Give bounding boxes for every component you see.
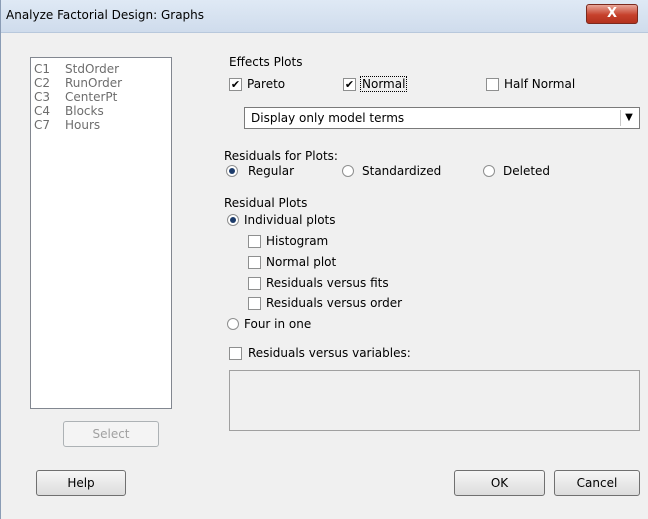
- dropdown-value: Display only model terms: [251, 111, 405, 125]
- residuals-vs-variables-checkbox[interactable]: [229, 347, 242, 360]
- list-item[interactable]: C7 Hours: [34, 118, 100, 132]
- effects-display-dropdown[interactable]: Display only model terms ▼: [244, 107, 640, 129]
- variable-list[interactable]: C1 StdOrder C2 RunOrder C3 CenterPt C4 Block…: [30, 57, 172, 409]
- residuals-vs-variables-label: Residuals versus variables:: [248, 346, 411, 360]
- standardized-label: Standardized: [362, 164, 442, 178]
- regular-label: Regular: [248, 164, 295, 178]
- list-item[interactable]: C2 RunOrder: [34, 76, 122, 90]
- residuals-vs-fits-label: Residuals versus fits: [266, 276, 389, 290]
- residuals-vs-order-checkbox[interactable]: [248, 297, 261, 310]
- cancel-button[interactable]: Cancel: [554, 470, 640, 496]
- list-item[interactable]: C3 CenterPt: [34, 90, 117, 104]
- individual-plots-label: Individual plots: [244, 213, 336, 227]
- deleted-radio[interactable]: [483, 165, 495, 177]
- half-normal-label: Half Normal: [504, 77, 576, 91]
- residuals-for-plots-heading: Residuals for Plots:: [224, 149, 338, 163]
- normal-checkbox[interactable]: ✔: [343, 78, 356, 91]
- help-button[interactable]: Help: [36, 470, 126, 496]
- deleted-label: Deleted: [503, 164, 551, 178]
- list-item[interactable]: C1 StdOrder: [34, 62, 119, 76]
- effects-plots-heading: Effects Plots: [229, 55, 303, 69]
- histogram-checkbox[interactable]: [248, 235, 261, 248]
- residuals-vs-order-label: Residuals versus order: [266, 296, 403, 310]
- dialog-window: Analyze Factorial Design: Graphs X C1 Std…: [0, 0, 648, 519]
- residual-plots-heading: Residual Plots: [224, 196, 308, 210]
- normal-plot-label: Normal plot: [266, 255, 337, 269]
- residuals-vs-fits-checkbox[interactable]: [248, 277, 261, 290]
- pareto-label: Pareto: [247, 77, 286, 91]
- chevron-down-icon[interactable]: ▼: [620, 110, 637, 126]
- list-item[interactable]: C4 Blocks: [34, 104, 104, 118]
- select-button[interactable]: Select: [63, 421, 159, 447]
- regular-radio[interactable]: [226, 165, 238, 177]
- half-normal-checkbox[interactable]: [486, 78, 499, 91]
- histogram-label: Histogram: [266, 234, 329, 248]
- pareto-checkbox[interactable]: ✔: [229, 78, 242, 91]
- individual-plots-radio[interactable]: [227, 214, 239, 226]
- normal-label: Normal: [360, 76, 408, 92]
- variables-input-box[interactable]: [229, 370, 640, 431]
- four-in-one-label: Four in one: [244, 317, 312, 331]
- close-button[interactable]: X: [586, 4, 638, 24]
- title-bar: Analyze Factorial Design: Graphs X: [0, 0, 648, 33]
- normal-plot-checkbox[interactable]: [248, 256, 261, 269]
- window-title: Analyze Factorial Design: Graphs: [6, 8, 205, 22]
- four-in-one-radio[interactable]: [227, 318, 239, 330]
- ok-button[interactable]: OK: [454, 470, 545, 496]
- standardized-radio[interactable]: [342, 165, 354, 177]
